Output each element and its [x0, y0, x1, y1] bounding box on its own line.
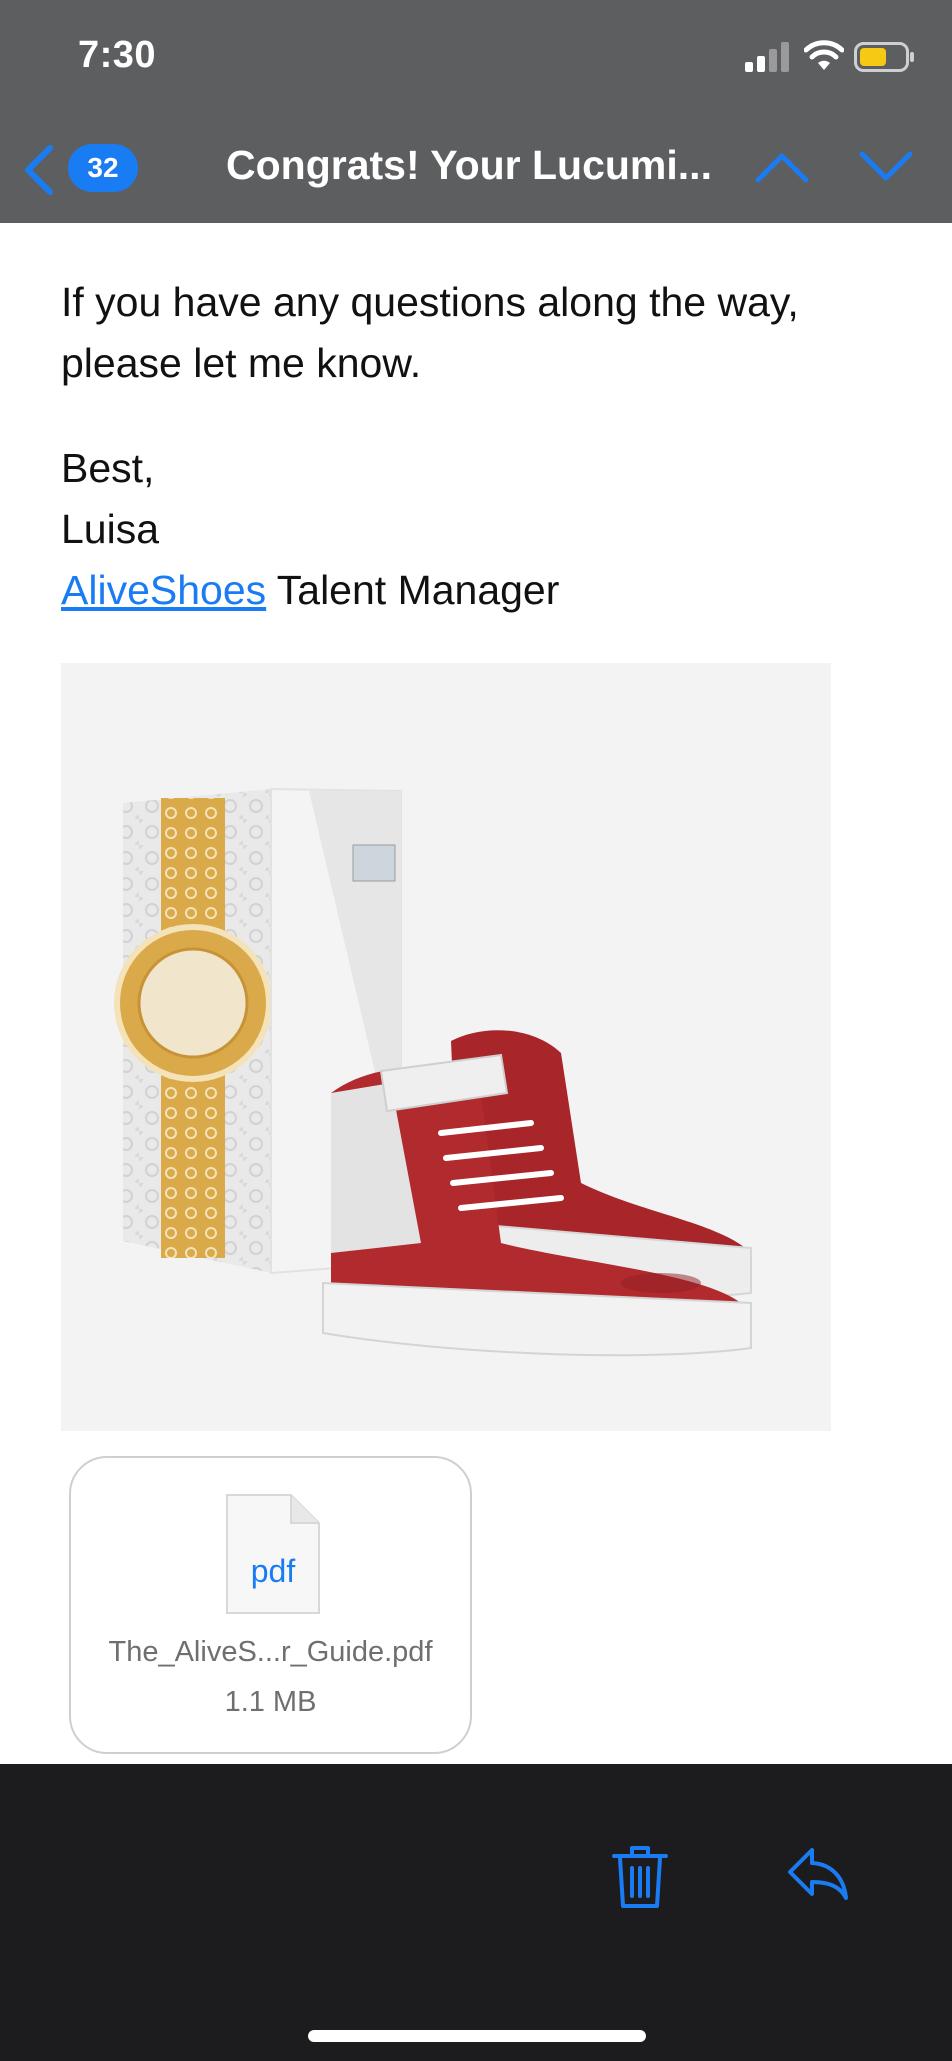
back-chevron-icon[interactable]: [20, 144, 56, 196]
closing-text: Best,: [61, 445, 155, 491]
nav-title: Congrats! Your Lucumi...: [226, 142, 712, 188]
pdf-file-icon: pdf: [225, 1493, 321, 1615]
file-type-label: pdf: [250, 1553, 296, 1589]
cellular-signal-icon: [745, 42, 789, 72]
navigation-bar: 7:30 32 Congrats! Your Lucumi...: [0, 0, 952, 223]
trash-icon[interactable]: [612, 1844, 668, 1910]
aliveshoes-link[interactable]: AliveShoes: [61, 567, 266, 613]
pdf-attachment[interactable]: pdf The_AliveS...r_Guide.pdf 1.1 MB: [69, 1456, 472, 1754]
attachment-filename: The_AliveS...r_Guide.pdf: [108, 1636, 433, 1668]
unread-count-badge[interactable]: 32: [68, 144, 138, 192]
sender-name: Luisa: [61, 506, 160, 552]
attachment-size: 1.1 MB: [224, 1686, 317, 1718]
home-indicator[interactable]: [308, 2030, 646, 2042]
next-message-icon[interactable]: [858, 150, 914, 184]
previous-message-icon[interactable]: [754, 150, 810, 184]
signature-role: Talent Manager: [266, 567, 560, 613]
shoe-box-illustration: [114, 787, 752, 1357]
wifi-icon: [804, 40, 844, 70]
status-time: 7:30: [78, 34, 157, 76]
battery-icon: [854, 42, 914, 72]
reply-icon[interactable]: [786, 1846, 850, 1902]
signature-line: AliveShoes Talent Manager: [61, 560, 559, 621]
shoe-product-image[interactable]: [61, 663, 831, 1431]
signature-block: Best, Luisa AliveShoes Talent Manager: [61, 438, 559, 621]
bottom-toolbar: [0, 1764, 952, 2061]
message-paragraph: If you have any questions along the way,…: [61, 279, 799, 386]
